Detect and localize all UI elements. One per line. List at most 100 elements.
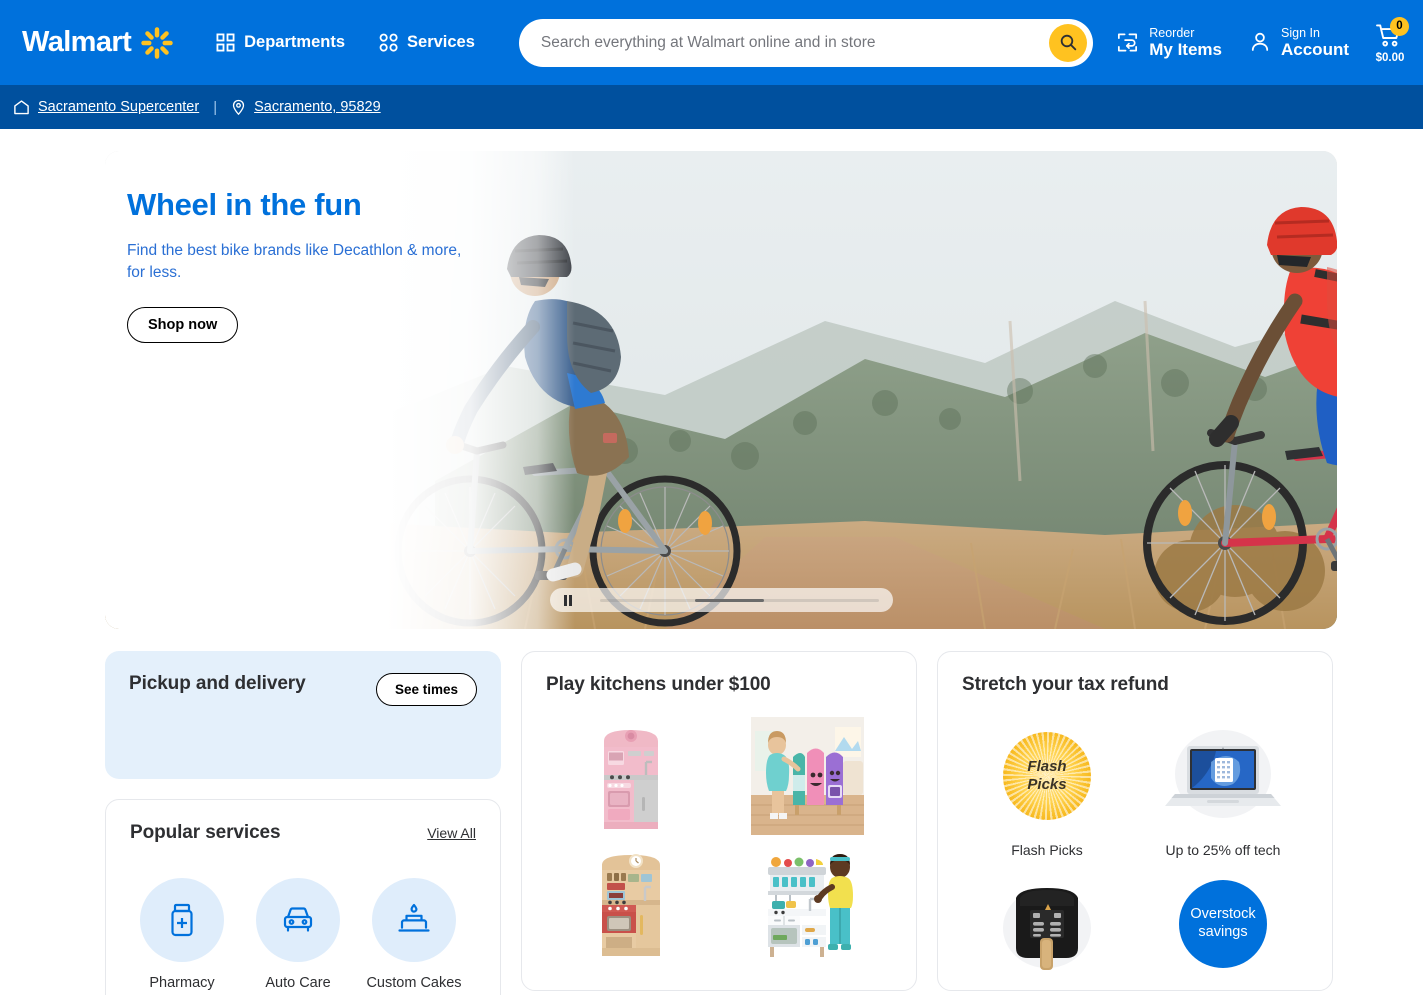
pickup-card-title: Pickup and delivery <box>129 673 306 694</box>
white-laptop-icon <box>1165 730 1281 818</box>
play-kitchens-card: Play kitchens under $100 <box>521 651 917 991</box>
tax-tile-overstock[interactable]: Overstock savings <box>1138 864 1308 984</box>
flash-badge-line2: Picks <box>1027 776 1067 793</box>
nav-departments-label: Departments <box>244 33 346 51</box>
zip-selector[interactable]: Sacramento, 95829 <box>231 99 381 116</box>
search-box[interactable] <box>518 18 1094 67</box>
search-icon <box>1060 34 1076 51</box>
monster-play-kitchen-image <box>722 716 892 836</box>
white-play-kitchen-image <box>722 842 892 962</box>
map-pin-icon <box>232 99 245 115</box>
primary-nav: Departments Services <box>216 33 475 52</box>
service-custom-cakes-label: Custom Cakes <box>366 975 462 991</box>
tax-tile-flash-picks[interactable]: Flash Picks Flash Picks <box>962 716 1132 858</box>
overstock-badge-wrap: Overstock savings <box>1138 864 1308 984</box>
reorder-icon <box>1118 33 1138 52</box>
logo-text: Walmart <box>22 26 132 58</box>
tax-tile-tech-label: Up to 25% off tech <box>1165 842 1281 858</box>
pill-bottle-icon <box>171 903 193 937</box>
play-kitchens-grid <box>546 716 892 962</box>
nav-departments[interactable]: Departments <box>216 33 345 52</box>
walmart-logo[interactable]: Walmart <box>22 26 174 60</box>
store-home-icon <box>14 99 29 114</box>
header-utility-nav: Reorder My Items Sign In Account 0 $0.00 <box>1115 16 1409 64</box>
account-top-label: Sign In <box>1281 25 1320 40</box>
play-kitchen-tile-4[interactable] <box>722 842 892 962</box>
overstock-badge-line1: Overstock <box>1190 906 1256 923</box>
tax-tile-tech[interactable]: Up to 25% off tech <box>1138 716 1308 858</box>
right-column: Stretch your tax refund Flash Picks Flas… <box>937 651 1333 995</box>
tax-tile-air-fryer[interactable] <box>962 864 1132 984</box>
pause-icon[interactable] <box>564 594 572 606</box>
tax-tile-flash-picks-label: Flash Picks <box>1011 842 1083 858</box>
pickup-delivery-card[interactable]: Pickup and delivery See times <box>105 651 501 779</box>
popular-services-card: Popular services View All Pharmacy Auto … <box>105 799 501 995</box>
play-kitchen-tile-3[interactable] <box>546 842 716 962</box>
reorder-bottom-label: My Items <box>1149 39 1222 59</box>
pharmacy-icon-wrap <box>140 878 224 962</box>
play-kitchen-tile-1[interactable] <box>546 716 716 836</box>
play-kitchen-tile-2[interactable] <box>722 716 892 836</box>
service-auto-care[interactable]: Auto Care <box>256 878 340 991</box>
hero-copy: Wheel in the fun Find the best bike bran… <box>127 187 527 343</box>
search-area <box>518 18 1094 67</box>
carousel-progress-track[interactable] <box>599 598 879 602</box>
reorder-my-items[interactable]: Reorder My Items <box>1115 26 1222 60</box>
flash-picks-sunburst-icon: Flash Picks <box>1003 732 1091 820</box>
shop-now-button[interactable]: Shop now <box>127 306 239 343</box>
pink-play-kitchen-image <box>546 716 716 836</box>
store-selector[interactable]: Sacramento Supercenter <box>13 99 199 116</box>
carousel-controls[interactable] <box>550 588 893 612</box>
middle-column: Play kitchens under $100 <box>521 651 917 995</box>
main-content: Wheel in the fun Find the best bike bran… <box>0 129 1423 995</box>
location-divider: | <box>213 98 218 116</box>
account-sign-in[interactable]: Sign In Account <box>1248 26 1349 60</box>
service-auto-care-label: Auto Care <box>265 975 331 991</box>
see-times-button[interactable]: See times <box>375 673 477 706</box>
services-card-header: Popular services View All <box>130 822 476 844</box>
black-air-fryer-icon <box>1003 888 1091 970</box>
store-name-link[interactable]: Sacramento Supercenter <box>38 99 199 115</box>
overstock-badge-line2: savings <box>1198 924 1248 940</box>
girl-monster-kitchen-art <box>750 717 864 835</box>
service-pharmacy-label: Pharmacy <box>149 975 215 991</box>
reorder-top-label: Reorder <box>1149 25 1195 40</box>
hero-subtitle: Find the best bike brands like Decathlon… <box>127 242 462 282</box>
cart-total-label: $0.00 <box>1375 51 1405 64</box>
grid-squares-icon <box>216 33 235 52</box>
walmart-spark-icon <box>141 26 173 59</box>
service-custom-cakes[interactable]: Custom Cakes <box>366 878 462 991</box>
search-submit-button[interactable] <box>1049 23 1088 62</box>
car-icon <box>283 907 313 932</box>
child-white-kitchen-art <box>768 854 853 957</box>
flash-picks-badge-wrap: Flash Picks <box>962 716 1132 836</box>
wood-play-kitchen-image <box>546 842 716 962</box>
left-column: Pickup and delivery See times Popular se… <box>105 651 501 995</box>
carousel-progress-fill <box>694 598 765 602</box>
grid-circles-icon <box>379 33 398 52</box>
services-grid: Pharmacy Auto Care Custom Cakes <box>130 878 476 991</box>
nav-services-label: Services <box>407 33 475 51</box>
service-pharmacy[interactable]: Pharmacy <box>140 878 224 991</box>
hero-title: Wheel in the fun <box>127 187 362 222</box>
overstock-savings-icon: Overstock savings <box>1179 880 1267 968</box>
zip-link[interactable]: Sacramento, 95829 <box>254 99 381 115</box>
natural-wood-kitchen-art <box>602 854 660 956</box>
user-icon <box>1251 33 1269 52</box>
play-kitchens-title: Play kitchens under $100 <box>546 674 771 695</box>
tax-refund-title: Stretch your tax refund <box>962 674 1169 695</box>
air-fryer-image <box>962 864 1132 984</box>
view-all-services-link[interactable]: View All <box>427 825 476 841</box>
cart-button[interactable]: 0 $0.00 <box>1375 16 1409 64</box>
hero-banner[interactable]: Wheel in the fun Find the best bike bran… <box>105 151 1337 629</box>
site-header: Walmart Departments Services Search ever… <box>0 0 1423 85</box>
flash-badge-line1: Flash <box>1027 758 1067 776</box>
nav-services[interactable]: Services <box>379 33 475 52</box>
cake-icon <box>398 903 430 932</box>
promo-cards-row: Pickup and delivery See times Popular se… <box>105 651 1337 995</box>
location-bar: Sacramento Supercenter | Sacramento, 958… <box>0 85 1423 129</box>
search-input[interactable] <box>540 33 1050 52</box>
tax-refund-card: Stretch your tax refund Flash Picks Flas… <box>937 651 1333 991</box>
custom-cakes-icon-wrap <box>372 878 456 962</box>
account-bottom-label: Account <box>1281 39 1349 59</box>
